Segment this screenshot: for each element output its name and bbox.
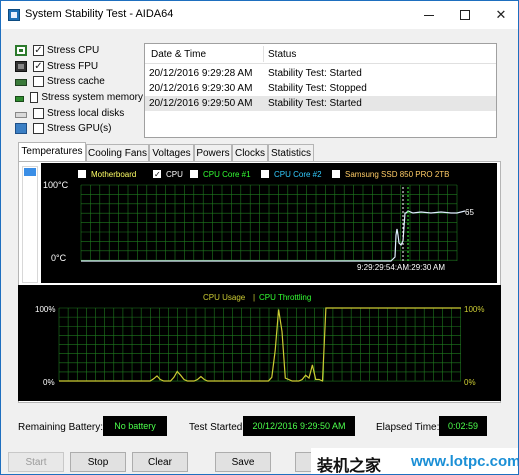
elapsed-time-label: Elapsed Time: xyxy=(376,422,440,433)
log-date-cell: 20/12/2016 9:29:30 AM xyxy=(149,83,253,94)
stress-fpu-label: Stress FPU xyxy=(47,60,99,72)
maximize-button[interactable] xyxy=(448,1,482,29)
legend-cpu-usage: CPU Usage xyxy=(203,293,246,302)
tab-temperatures[interactable]: Temperatures xyxy=(18,142,86,162)
watermark-text: 装机之家 xyxy=(317,456,382,475)
temperature-graph-canvas: 9:29:29:54:AM:29:30 AM 65 100°C 0°C Moth… xyxy=(43,170,474,272)
minimize-button[interactable] xyxy=(412,1,446,29)
clear-button[interactable]: Clear xyxy=(132,452,188,472)
legend-cpu-core-2: CPU Core #2 xyxy=(274,170,322,179)
stress-fpu-checkbox[interactable]: ✓ xyxy=(33,60,44,72)
y-axis-bottom-label: 0°C xyxy=(51,253,67,263)
table-row[interactable]: 20/12/2016 9:29:28 AM Stability Test: St… xyxy=(145,66,496,81)
aida64-window: System Stability Test - AIDA64 ✕ ✓ Stres… xyxy=(0,0,519,475)
legend-cpu: CPU xyxy=(166,170,183,179)
stress-memory-label: Stress system memory xyxy=(41,92,143,104)
watermark: 装机之家 www.lotpc.com xyxy=(311,448,519,475)
legend-cpu-check-icon: ✓ xyxy=(154,170,161,179)
stop-button[interactable]: Stop xyxy=(70,452,126,472)
current-temperature-value: 65 xyxy=(465,208,474,217)
close-button[interactable]: ✕ xyxy=(484,1,518,29)
column-header-date[interactable]: Date & Time xyxy=(151,49,206,60)
start-button[interactable]: Start xyxy=(8,452,64,472)
log-status-cell: Stability Test: Stopped xyxy=(268,83,367,94)
legend-samsung-ssd: Samsung SSD 850 PRO 2TB xyxy=(345,170,450,179)
tab-clocks[interactable]: Clocks xyxy=(232,144,268,162)
log-status-cell: Stability Test: Started xyxy=(268,68,362,79)
stress-cpu-checkbox[interactable]: ✓ xyxy=(33,45,44,57)
stress-memory-checkbox[interactable] xyxy=(30,92,39,104)
stress-cpu-option[interactable]: ✓ Stress CPU xyxy=(15,43,143,59)
disk-icon xyxy=(15,111,27,118)
stress-gpu-checkbox[interactable] xyxy=(33,123,44,135)
stress-gpu-label: Stress GPU(s) xyxy=(47,123,112,135)
stress-options: ✓ Stress CPU ✓ Stress FPU Stress cache S… xyxy=(15,43,143,137)
cpu-usage-graph-canvas: CPU Usage | CPU Throttling 100% 0% 100% … xyxy=(35,293,484,387)
memory-icon xyxy=(15,96,24,103)
stress-disks-option[interactable]: Stress local disks xyxy=(15,105,143,121)
stress-cache-option[interactable]: Stress cache xyxy=(15,74,143,90)
y-left-top-label: 100% xyxy=(35,305,55,314)
legend-checkbox-cpu-core-2[interactable] xyxy=(261,170,269,178)
stress-fpu-option[interactable]: ✓ Stress FPU xyxy=(15,59,143,75)
event-log-header: Date & Time Status xyxy=(145,44,496,64)
legend-checkbox-ssd[interactable] xyxy=(332,170,340,178)
title-bar[interactable]: System Stability Test - AIDA64 ✕ xyxy=(1,1,518,29)
legend-cpu-core-1: CPU Core #1 xyxy=(203,170,251,179)
fpu-icon xyxy=(15,60,27,72)
log-date-cell: 20/12/2016 9:29:28 AM xyxy=(149,68,253,79)
legend-cpu-throttling: CPU Throttling xyxy=(259,293,311,302)
stress-cpu-label: Stress CPU xyxy=(47,45,100,57)
window-title: System Stability Test - AIDA64 xyxy=(25,8,174,20)
legend-checkbox-cpu-core-1[interactable] xyxy=(190,170,198,178)
column-divider[interactable] xyxy=(263,46,264,62)
test-started-label: Test Started: xyxy=(189,422,246,433)
stress-cache-checkbox[interactable] xyxy=(33,76,44,88)
close-icon: ✕ xyxy=(495,7,507,22)
test-started-value: 20/12/2016 9:29:50 AM xyxy=(243,416,355,436)
log-status-cell: Stability Test: Started xyxy=(268,98,362,109)
column-header-status[interactable]: Status xyxy=(268,49,296,60)
stress-memory-option[interactable]: Stress system memory xyxy=(15,90,143,106)
y-right-bottom-label: 0% xyxy=(464,378,476,387)
legend-separator: | xyxy=(253,293,255,302)
event-log-table[interactable]: Date & Time Status 20/12/2016 9:29:28 AM… xyxy=(144,43,497,138)
cpu-temperature-line xyxy=(81,210,466,262)
y-left-bottom-label: 0% xyxy=(43,378,55,387)
tab-voltages[interactable]: Voltages xyxy=(149,144,194,162)
stress-disks-label: Stress local disks xyxy=(47,107,125,119)
sensor-list-selection[interactable] xyxy=(24,168,36,176)
cpu-icon xyxy=(15,45,27,57)
tab-cooling-fans[interactable]: Cooling Fans xyxy=(86,144,149,162)
sensor-list[interactable] xyxy=(22,166,38,283)
cache-icon xyxy=(15,79,27,87)
legend-motherboard: Motherboard xyxy=(91,170,136,179)
remaining-battery-value: No battery xyxy=(103,416,167,436)
stress-cache-label: Stress cache xyxy=(47,76,105,88)
maximize-icon xyxy=(460,10,470,20)
legend-checkbox-motherboard[interactable] xyxy=(78,170,86,178)
temperature-time-label: 9:29:29:54:AM:29:30 AM xyxy=(357,263,445,272)
table-row[interactable]: 20/12/2016 9:29:30 AM Stability Test: St… xyxy=(145,81,496,96)
log-date-cell: 20/12/2016 9:29:50 AM xyxy=(149,98,253,109)
stress-gpu-option[interactable]: Stress GPU(s) xyxy=(15,121,143,137)
minimize-icon xyxy=(424,14,434,16)
remaining-battery-label: Remaining Battery: xyxy=(18,422,104,433)
elapsed-time-value: 0:02:59 xyxy=(439,416,487,436)
temperature-graph: 9:29:29:54:AM:29:30 AM 65 100°C 0°C Moth… xyxy=(41,163,497,283)
y-axis-top-label: 100°C xyxy=(43,180,69,190)
stress-disks-checkbox[interactable] xyxy=(33,107,44,119)
y-right-top-label: 100% xyxy=(464,305,484,314)
cpu-usage-graph: CPU Usage | CPU Throttling 100% 0% 100% … xyxy=(18,285,501,401)
tab-powers[interactable]: Powers xyxy=(194,144,232,162)
app-icon xyxy=(8,9,20,21)
table-row-selected[interactable]: 20/12/2016 9:29:50 AM Stability Test: St… xyxy=(145,96,496,111)
watermark-url: www.lotpc.com xyxy=(411,453,519,470)
tab-statistics[interactable]: Statistics xyxy=(268,144,314,162)
save-button[interactable]: Save xyxy=(215,452,271,472)
gpu-icon xyxy=(15,123,27,135)
